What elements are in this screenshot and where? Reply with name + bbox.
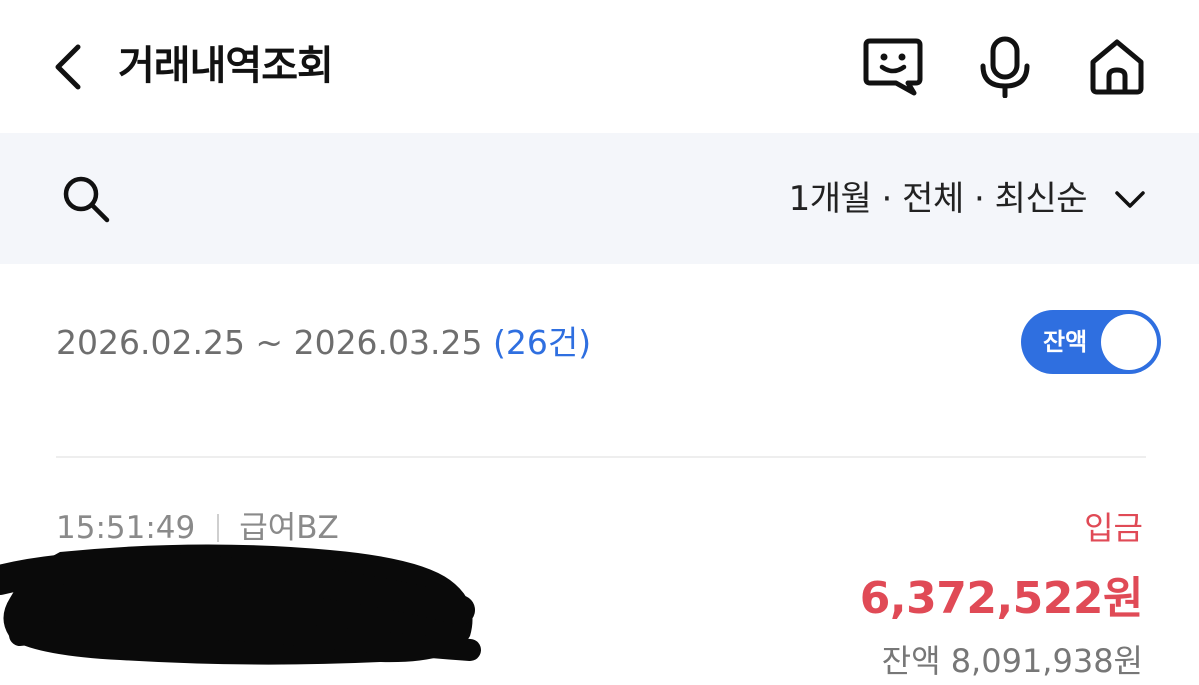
transaction-count: (26건) <box>493 323 592 362</box>
home-button[interactable] <box>1084 34 1150 100</box>
balance-toggle[interactable]: 잔액 <box>1021 310 1161 374</box>
back-button[interactable] <box>44 38 92 96</box>
mic-icon <box>980 36 1030 98</box>
chatbot-icon <box>863 38 923 96</box>
transaction-history-page: 거래내역조회 1개월 · 전체 · 최신순 2026.02.25 ~ 2026.… <box>0 0 1199 685</box>
home-icon <box>1090 39 1144 95</box>
transaction-type: 입금 <box>1084 509 1143 547</box>
meta-separator <box>217 514 220 542</box>
page-title: 거래내역조회 <box>118 43 334 89</box>
voice-search-button[interactable] <box>972 34 1038 100</box>
filter-bar: 1개월 · 전체 · 최신순 <box>0 133 1199 264</box>
chatbot-button[interactable] <box>860 34 926 100</box>
search-icon <box>63 176 110 223</box>
search-button[interactable] <box>56 173 116 225</box>
period-range: 2026.02.25 ~ 2026.03.25 (26건) <box>56 318 591 368</box>
transaction-item[interactable]: 15:51:49 급여BZ 입금 6,372,522원 잔액 8,091,938… <box>0 490 1199 685</box>
filter-summary: 1개월 · 전체 · 최신순 <box>788 179 1088 219</box>
toggle-knob <box>1101 314 1157 370</box>
date-range: 2026.02.25 ~ 2026.03.25 <box>56 323 483 362</box>
chevron-down-icon <box>1115 191 1145 208</box>
chevron-left-icon <box>55 44 81 90</box>
top-app-bar: 거래내역조회 <box>0 0 1199 133</box>
balance-toggle-label: 잔액 <box>1043 328 1088 356</box>
filter-dropdown[interactable]: 1개월 · 전체 · 최신순 <box>789 171 1147 227</box>
redaction-scribble <box>0 544 481 665</box>
transaction-amount: 6,372,522원 <box>859 573 1144 624</box>
transaction-balance: 잔액 8,091,938원 <box>881 642 1143 680</box>
divider <box>56 456 1146 458</box>
